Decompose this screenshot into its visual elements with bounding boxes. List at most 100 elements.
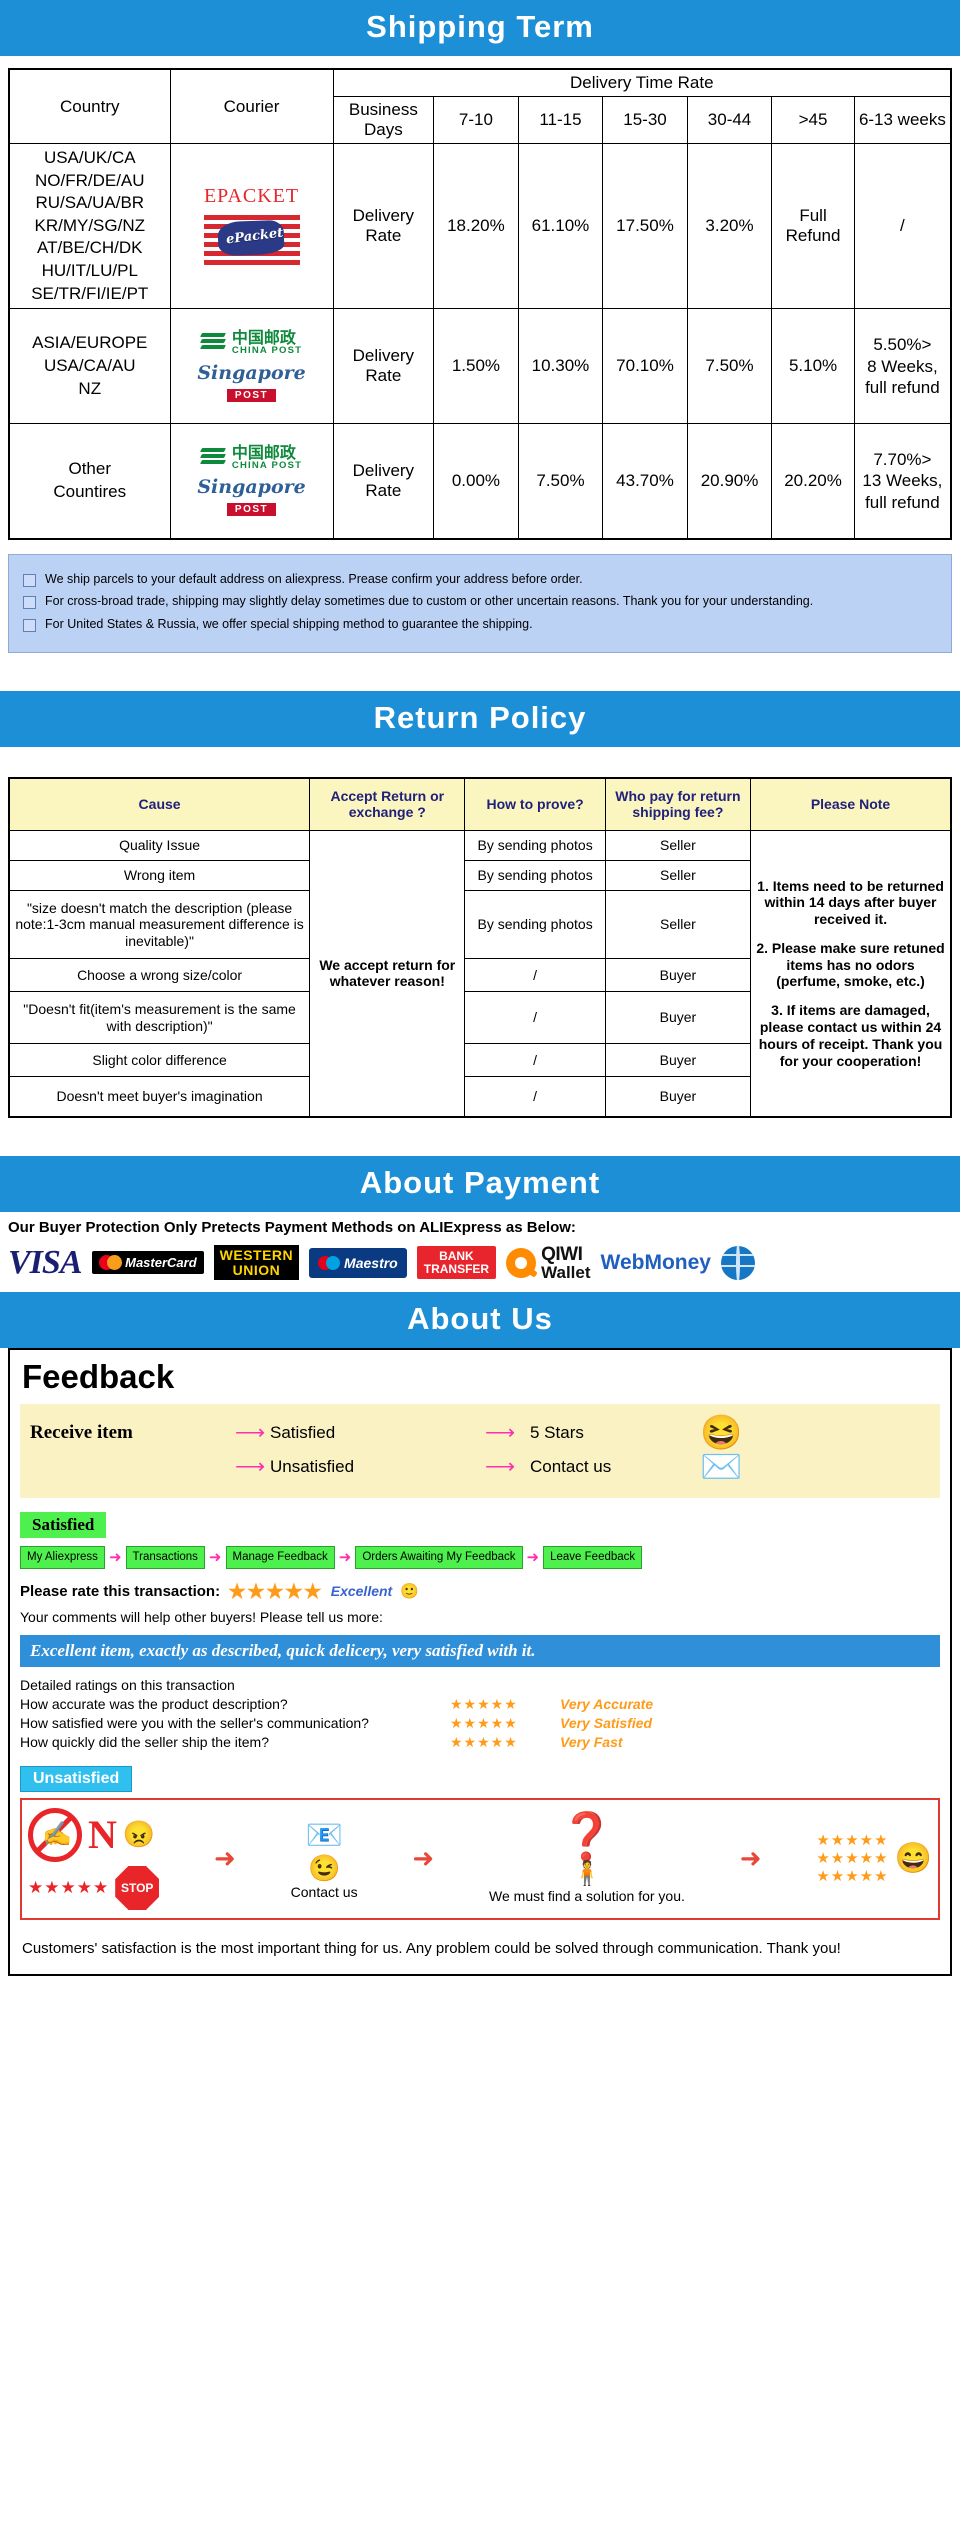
detail-question: How quickly did the seller ship the item…: [20, 1734, 270, 1751]
mail-icon: 📧: [305, 1818, 343, 1852]
row-courier: EPACKET ePacket: [169, 142, 334, 310]
happy-face-icon: 😆: [700, 1413, 743, 1452]
receive-grid: Receive item ⟶ Satisfied ⟶ 5 Stars 😆 ⟶ U…: [30, 1416, 930, 1484]
rp-who: Buyer: [604, 1076, 752, 1118]
feedback-title: Feedback: [22, 1357, 175, 1395]
detail-stars[interactable]: ★★★★★: [450, 1715, 560, 1732]
header-range-2: 15-30: [602, 96, 688, 144]
row-value-2: 70.10%: [602, 308, 688, 425]
detail-stars[interactable]: ★★★★★: [450, 1734, 560, 1751]
mail-and-face-icon: ✉️: [700, 1447, 743, 1486]
mastercard-badge: MasterCard: [91, 1251, 204, 1275]
row-rate-label: Delivery Rate: [332, 423, 435, 540]
feedback-steps: My Aliexpress ➜ Transactions ➜ Manage Fe…: [10, 1544, 950, 1577]
rating-stars[interactable]: ★★★★★: [228, 1579, 323, 1604]
smiley-icon: 🙂: [400, 1583, 419, 1601]
detail-value: Very Accurate: [560, 1696, 654, 1713]
mastercard-orange-circle-icon: [106, 1255, 122, 1271]
rp-prove: /: [464, 958, 606, 993]
row-value-4: 5.10%: [771, 308, 855, 425]
question-mark-icon: ❓: [558, 1810, 616, 1863]
rp-who: Seller: [604, 830, 752, 862]
webmoney-logo: WebMoney: [601, 1244, 711, 1282]
table-row: Other Countires 中国邮政 CHINA POST Singapor…: [8, 423, 952, 540]
rp-who: Seller: [604, 890, 752, 960]
bad-rating-row: ★★★★★ STOP: [28, 1865, 160, 1910]
rp-cause: Quality Issue: [8, 830, 311, 862]
step-my-aliexpress[interactable]: My Aliexpress: [20, 1545, 105, 1569]
step-manage-feedback[interactable]: Manage Feedback: [225, 1545, 335, 1569]
rp-prove: By sending photos: [464, 830, 606, 862]
arrow-icon: ⟶: [234, 1455, 266, 1479]
header-business-days: Business Days: [332, 96, 435, 144]
row-country: ASIA/EUROPE USA/CA/AU NZ: [8, 308, 171, 425]
globe-logo: [720, 1244, 755, 1282]
rp-header-cause: Cause: [8, 777, 311, 832]
bad-icons-row: ✍ N 😠: [28, 1807, 159, 1862]
detail-value: Very Fast: [560, 1734, 623, 1751]
epacket-flag-icon: ePacket: [203, 211, 300, 268]
row-rate-label: Delivery Rate: [332, 142, 435, 310]
china-post-cjk: 中国邮政: [231, 442, 296, 462]
arrow-icon: ➜: [526, 1549, 540, 1567]
header-range-0: 7-10: [433, 96, 519, 144]
qiwi-logo: QIWI Wallet: [506, 1243, 591, 1282]
post-logos: 中国邮政 CHINA POST Singapore POST: [173, 441, 331, 522]
step-orders-awaiting[interactable]: Orders Awaiting My Feedback: [355, 1545, 523, 1569]
receive-item-label: Receive item: [30, 1421, 133, 1443]
rp-note-3: 3. If items are damaged, please contact …: [758, 1002, 943, 1069]
visa-label: VISA: [8, 1243, 82, 1281]
checkbox-icon[interactable]: [23, 596, 36, 610]
webmoney-label: WebMoney: [600, 1250, 711, 1274]
stop-sign-icon: STOP: [115, 1865, 160, 1910]
shipping-header-row-1: Country Courier Delivery Time Rate: [8, 68, 952, 144]
feedback-box: Feedback Receive item ⟶ Satisfied ⟶ 5 St…: [8, 1347, 952, 1976]
rp-prove: By sending photos: [464, 890, 606, 960]
table-row: Quality Issue We accept return for whate…: [8, 830, 952, 1118]
checkbox-icon[interactable]: [23, 619, 36, 633]
row-rate-label: Delivery Rate: [332, 308, 435, 425]
detail-stars[interactable]: ★★★★★: [450, 1696, 560, 1713]
row-value-3: 7.50%: [686, 308, 773, 425]
singapore-post-badge: POST: [226, 388, 277, 402]
header-courier: Courier: [169, 68, 334, 144]
rp-who: Buyer: [604, 991, 752, 1045]
row-value-1: 10.30%: [517, 308, 604, 425]
shipping-table-wrapper: Country Courier Delivery Time Rate Busin…: [0, 68, 960, 540]
china-post-logo: 中国邮政 CHINA POST: [199, 442, 302, 471]
rp-who: Buyer: [604, 1043, 752, 1078]
china-post-mark-icon: [199, 446, 227, 470]
step-leave-feedback[interactable]: Leave Feedback: [543, 1545, 643, 1569]
arrow-icon: ⟶: [234, 1421, 266, 1445]
unsatisfied-label: Unsatisfied: [270, 1456, 355, 1476]
rp-prove: By sending photos: [464, 860, 606, 892]
wu-line2: UNION: [232, 1261, 281, 1278]
row-country: USA/UK/CA NO/FR/DE/AU RU/SA/UA/BR KR/MY/…: [8, 142, 171, 310]
rp-header-note: Please Note: [750, 777, 952, 832]
five-stars-label: 5 Stars: [530, 1422, 584, 1442]
globe-icon: [720, 1245, 755, 1280]
row-value-1: 7.50%: [517, 423, 604, 540]
wink-face-icon: 😉: [307, 1852, 341, 1883]
arrow-icon: ➜: [338, 1549, 352, 1567]
singapore-post-badge: POST: [226, 503, 277, 517]
row-value-0: 0.00%: [433, 423, 519, 540]
epacket-wordmark: EPACKET: [203, 185, 300, 208]
rating-word: Excellent: [330, 1583, 393, 1600]
find-solution-group: ❓ 🧍 We must find a solution for you.: [489, 1813, 685, 1904]
rp-cause: Wrong item: [8, 860, 311, 892]
mastercard-logo: MasterCard: [91, 1244, 204, 1282]
payment-intro: Our Buyer Protection Only Pretects Payme…: [8, 1218, 576, 1236]
arrow-icon: ⟶: [484, 1421, 516, 1445]
checkbox-icon[interactable]: [23, 573, 36, 587]
detail-rating-row: How quickly did the seller ship the item…: [10, 1733, 950, 1752]
unsatisfied-tag: Unsatisfied: [20, 1765, 133, 1792]
qiwi-label: QIWI: [541, 1243, 583, 1265]
rp-prove: /: [464, 991, 606, 1045]
arrow-icon: ➜: [108, 1549, 122, 1567]
note-text: For cross-broad trade, shipping may slig…: [45, 594, 814, 609]
wu-line1: WESTERN: [219, 1247, 294, 1264]
step-transactions[interactable]: Transactions: [125, 1545, 205, 1569]
